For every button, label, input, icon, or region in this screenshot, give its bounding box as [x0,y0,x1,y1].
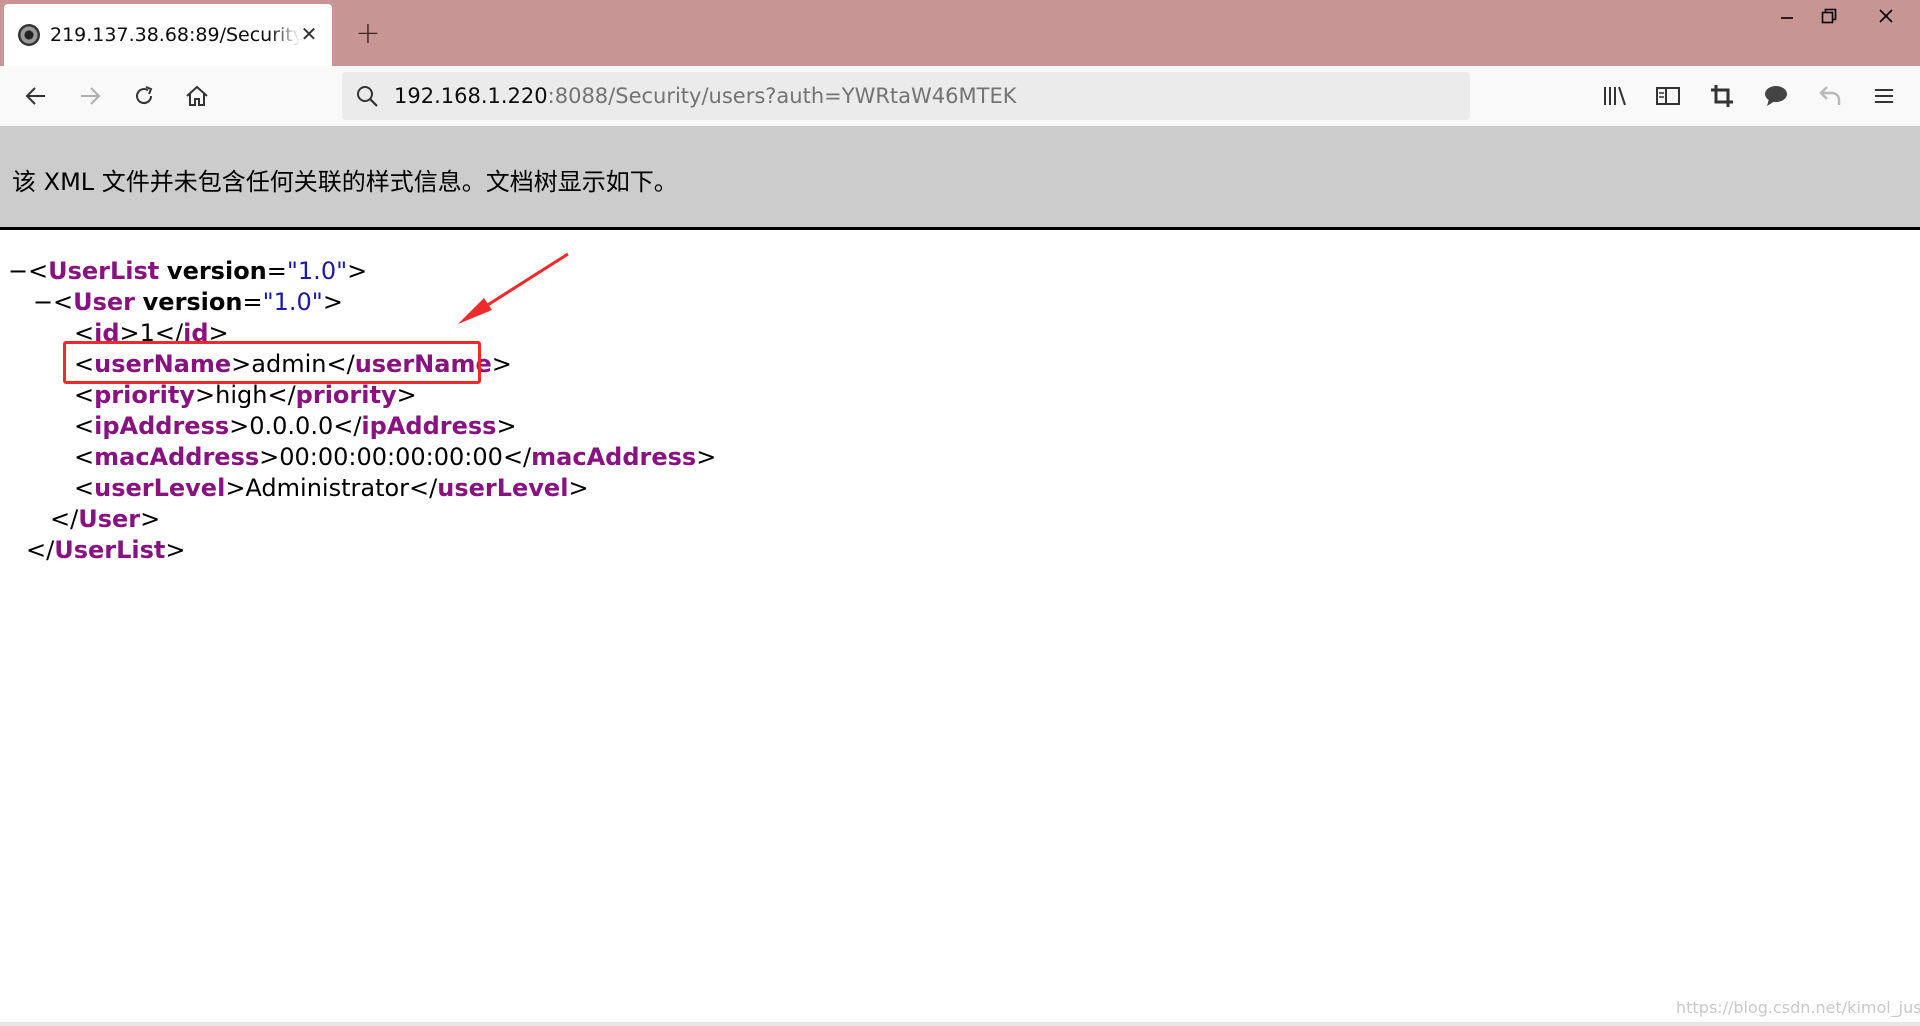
home-button[interactable] [181,80,213,112]
xml-text: 0.0.0.0 [249,412,334,440]
xml-line-user-close: </User> [50,505,161,533]
xml-line-userlist-open: −<UserList version="1.0"> [8,256,368,287]
xml-line-user-open: −<User version="1.0"> [33,287,343,318]
sidebar-icon [1656,87,1680,105]
xml-text: high [215,381,268,409]
bottom-edge [0,1022,1920,1026]
xml-attr-value: "1.0" [286,257,348,285]
xml-info-message: 该 XML 文件并未包含任何关联的样式信息。文档树显示如下。 [12,168,678,196]
url-path: :8088/Security/users?auth=YWRtaW46MTEK [547,84,1017,108]
xml-attr-value: "1.0" [262,288,323,316]
xml-text: 00:00:00:00:00:00 [279,443,503,471]
xml-line-priority: <priority>high</priority> [74,381,417,409]
xml-attr: version [166,257,267,285]
undo-icon [1819,86,1841,105]
collapse-toggle[interactable]: − [8,256,28,287]
collapse-toggle[interactable]: − [33,287,53,318]
url-text: 192.168.1.220:8088/Security/users?auth=Y… [394,84,1017,108]
restore-icon [1821,8,1837,24]
xml-line-macaddress: <macAddress>00:00:00:00:00:00</macAddres… [74,443,717,471]
minimize-icon [1781,17,1793,19]
screenshot-button[interactable] [1706,80,1738,112]
red-arrow-icon [458,252,569,324]
xml-tag: priority [295,381,397,409]
chat-bubble-icon [1765,86,1787,106]
reload-icon [136,86,153,105]
undo-button[interactable] [1814,80,1846,112]
back-arrow-icon [25,87,45,105]
xml-attr: version [142,288,243,316]
xml-tag: userLevel [94,474,226,502]
xml-tag: User [73,288,135,316]
xml-tag: priority [94,381,196,409]
highlight-box-annotation [63,341,481,384]
close-icon [1879,9,1893,23]
new-tab-button[interactable]: + [350,16,386,52]
browser-tab[interactable]: 219.137.38.68:89/Security/users ✕ [4,4,332,66]
address-bar[interactable]: 192.168.1.220:8088/Security/users?auth=Y… [342,72,1470,120]
xml-tag: UserList [54,536,166,564]
url-host: 192.168.1.220 [394,84,548,108]
xml-text: Administrator [245,474,410,502]
library-icon [1604,86,1626,106]
tab-title: 219.137.38.68:89/Security/users [50,24,300,46]
camera-favicon-icon [18,24,40,46]
maximize-button[interactable] [1806,0,1852,32]
sidebar-button[interactable] [1652,80,1684,112]
watermark-text: https://blog.csdn.net/kimol_justdo [1676,998,1920,1017]
chat-button[interactable] [1760,80,1792,112]
home-icon [186,85,208,106]
xml-tag: macAddress [531,443,697,471]
search-icon [354,83,380,109]
xml-line-userlevel: <userLevel>Administrator</userLevel> [74,474,589,502]
xml-tag: UserList [48,257,160,285]
tab-close-icon[interactable]: ✕ [298,23,320,45]
forward-arrow-icon [81,87,101,105]
forward-button[interactable] [74,80,106,112]
xml-tag: macAddress [94,443,260,471]
close-window-button[interactable] [1858,0,1914,32]
xml-tag: userLevel [437,474,569,502]
xml-line-userlist-close: </UserList> [26,536,186,564]
xml-tag: User [78,505,141,533]
xml-line-ipaddress: <ipAddress>0.0.0.0</ipAddress> [74,412,517,440]
crop-icon [1711,85,1733,107]
hamburger-menu-icon [1875,89,1893,103]
minimize-button[interactable] [1764,0,1810,32]
library-button[interactable] [1599,80,1631,112]
xml-info-bar: 该 XML 文件并未包含任何关联的样式信息。文档树显示如下。 [0,126,1920,230]
title-bar: 219.137.38.68:89/Security/users ✕ + [0,0,1920,66]
reload-button[interactable] [128,80,160,112]
back-button[interactable] [20,80,52,112]
menu-button[interactable] [1868,80,1900,112]
xml-tag: ipAddress [94,412,230,440]
xml-tag: ipAddress [361,412,497,440]
